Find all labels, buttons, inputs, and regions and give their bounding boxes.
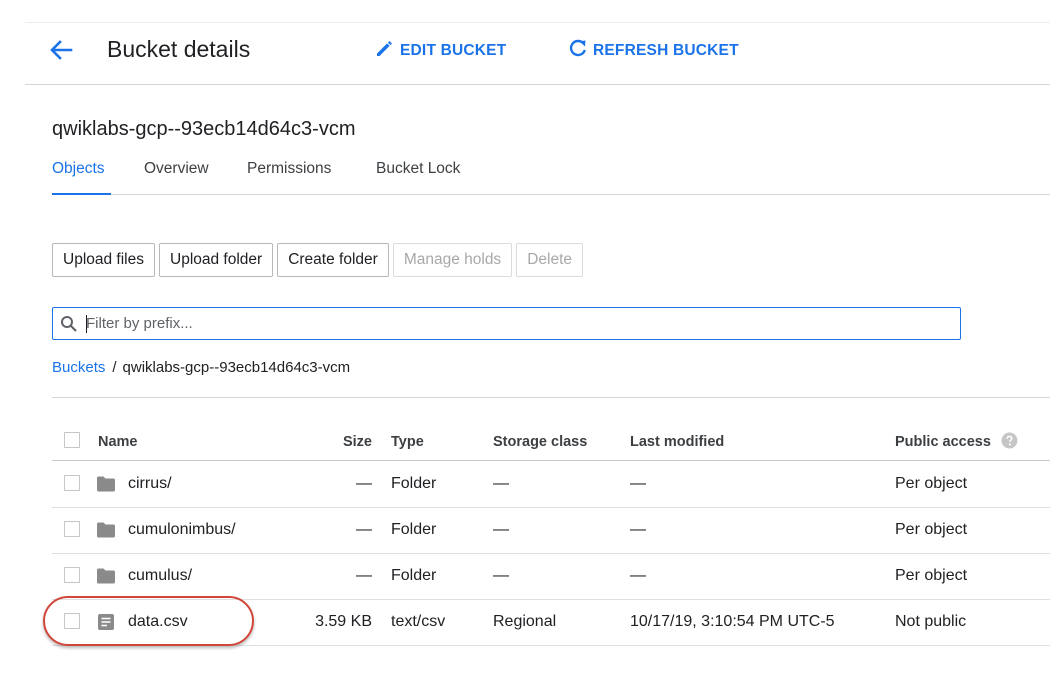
folder-icon [97, 476, 115, 492]
column-header-public-access[interactable]: Public access [895, 420, 1018, 465]
tab-objects-label: Objects [52, 160, 105, 177]
page-header: Bucket details EDIT BUCKET REFRESH BUCKE… [25, 22, 1050, 85]
storage-class-cell: Regional [493, 613, 557, 630]
back-arrow-icon [50, 40, 73, 60]
public-access-cell: Per object [895, 521, 968, 538]
action-toolbar: Upload files Upload folder Create folder… [52, 243, 583, 277]
last-modified-cell: — [630, 567, 646, 584]
column-header-storage-class[interactable]: Storage class [493, 420, 587, 465]
help-icon[interactable] [1001, 432, 1018, 449]
file-name-link[interactable]: cirrus/ [128, 461, 172, 507]
type-cell: Folder [391, 475, 437, 492]
delete-button[interactable]: Delete [516, 243, 583, 277]
public-access-cell: Per object [895, 475, 968, 492]
active-tab-indicator [52, 193, 111, 195]
column-header-last-modified[interactable]: Last modified [630, 420, 724, 465]
table-header-row: Name Size Type Storage class Last modifi… [52, 420, 1050, 461]
table-row[interactable]: cirrus/ — Folder — — Per object [52, 461, 1050, 508]
table-row[interactable]: cumulonimbus/ — Folder — — Per object [52, 507, 1050, 554]
row-checkbox[interactable] [64, 521, 80, 537]
file-icon [98, 614, 114, 630]
type-cell: Folder [391, 521, 437, 538]
storage-class-cell: — [493, 475, 509, 492]
create-folder-button[interactable]: Create folder [277, 243, 389, 277]
tab-bar: Objects Overview Permissions Bucket Lock [52, 156, 1050, 195]
breadcrumb: Buckets / qwiklabs-gcp--93ecb14d64c3-vcm [52, 359, 350, 376]
tab-bucket-lock[interactable]: Bucket Lock [376, 160, 460, 178]
size-cell: — [356, 567, 372, 584]
row-checkbox[interactable] [64, 475, 80, 491]
column-header-name[interactable]: Name [98, 420, 138, 465]
file-name-link[interactable]: data.csv [128, 599, 188, 645]
column-header-type[interactable]: Type [391, 420, 424, 465]
filter-box [52, 307, 961, 340]
manage-holds-button[interactable]: Manage holds [392, 243, 513, 277]
tab-objects[interactable]: Objects [52, 160, 105, 178]
upload-folder-button[interactable]: Upload folder [159, 243, 274, 277]
last-modified-cell: 10/17/19, 3:10:54 PM UTC-5 [630, 613, 835, 630]
breadcrumb-buckets-link[interactable]: Buckets [52, 359, 105, 376]
tab-permissions-label: Permissions [247, 160, 332, 177]
row-checkbox[interactable] [64, 613, 80, 629]
folder-icon [97, 522, 115, 538]
tab-bucket-lock-label: Bucket Lock [376, 160, 461, 177]
file-name-link[interactable]: cumulonimbus/ [128, 507, 236, 553]
upload-files-button[interactable]: Upload files [52, 243, 155, 277]
type-cell: Folder [391, 567, 437, 584]
public-access-cell: Per object [895, 567, 968, 584]
table-row[interactable]: data.csv 3.59 KB text/csv Regional 10/17… [52, 599, 1050, 646]
public-access-cell: Not public [895, 613, 967, 630]
size-cell: — [356, 475, 372, 492]
bucket-name: qwiklabs-gcp--93ecb14d64c3-vcm [52, 118, 356, 140]
refresh-bucket-label: REFRESH BUCKET [593, 42, 739, 59]
filter-by-prefix-input[interactable] [84, 308, 948, 339]
select-all-checkbox[interactable] [64, 432, 80, 448]
back-button[interactable] [45, 34, 77, 66]
storage-class-cell: — [493, 521, 509, 538]
tab-overview[interactable]: Overview [144, 160, 209, 178]
table-row[interactable]: cumulus/ — Folder — — Per object [52, 553, 1050, 600]
column-header-size[interactable]: Size [343, 420, 372, 465]
refresh-bucket-button[interactable]: REFRESH BUCKET [568, 38, 739, 60]
size-cell: — [356, 521, 372, 538]
last-modified-cell: — [630, 475, 646, 492]
breadcrumb-separator: / [112, 359, 117, 376]
column-header-public-access-label: Public access [895, 434, 991, 450]
text-cursor [86, 315, 87, 333]
tab-permissions[interactable]: Permissions [247, 160, 331, 178]
last-modified-cell: — [630, 521, 646, 538]
size-cell: 3.59 KB [315, 613, 372, 630]
row-checkbox[interactable] [64, 567, 80, 583]
search-icon [61, 316, 77, 332]
page-title: Bucket details [107, 36, 251, 62]
refresh-icon [569, 39, 586, 57]
folder-icon [97, 568, 115, 584]
file-name-link[interactable]: cumulus/ [128, 553, 192, 599]
edit-bucket-button[interactable]: EDIT BUCKET [375, 38, 506, 60]
tab-overview-label: Overview [144, 160, 209, 177]
type-cell: text/csv [391, 613, 446, 630]
breadcrumb-current: qwiklabs-gcp--93ecb14d64c3-vcm [122, 359, 351, 376]
edit-bucket-label: EDIT BUCKET [400, 42, 507, 59]
pencil-icon [377, 41, 392, 56]
storage-class-cell: — [493, 567, 509, 584]
table-divider [52, 397, 1050, 398]
